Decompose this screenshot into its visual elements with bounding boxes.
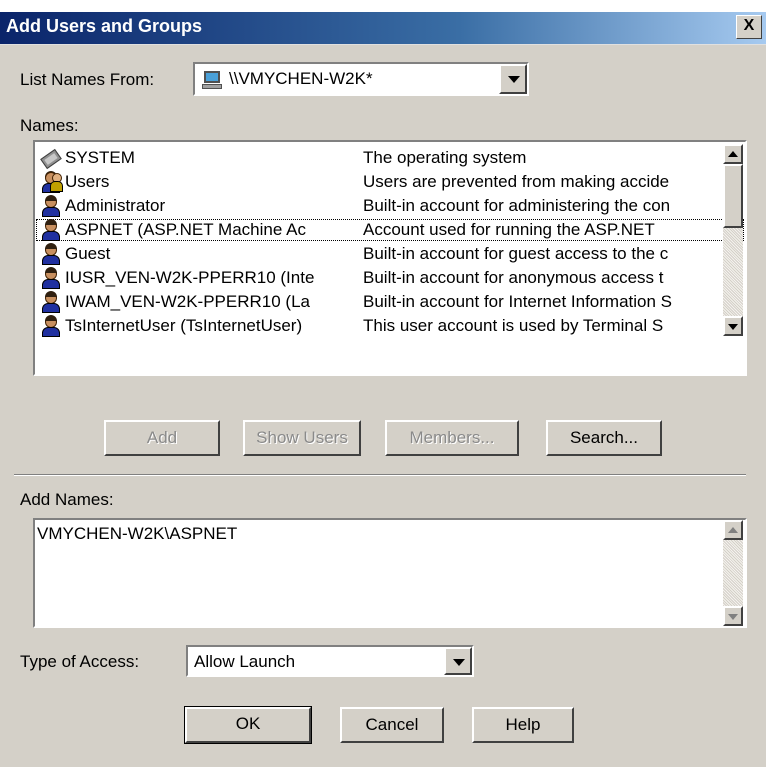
list-item-iwam[interactable]: IWAM_VEN-W2K-PPERR10 (La Built-in accoun… <box>35 290 745 314</box>
list-item-description: Users are prevented from making accide <box>363 172 670 191</box>
add-names-scrollbar[interactable] <box>723 520 743 626</box>
list-item-description: Built-in account for guest access to the… <box>363 244 669 263</box>
chevron-down-icon[interactable] <box>444 647 472 675</box>
list-item-name: SYSTEM <box>65 148 135 167</box>
cancel-button[interactable]: Cancel <box>340 707 444 743</box>
list-item-name: Users <box>65 172 110 191</box>
list-item-guest[interactable]: Guest Built-in account for guest access … <box>35 242 745 266</box>
window-title: Add Users and Groups <box>6 16 203 36</box>
list-item-system[interactable]: SYSTEM The operating system <box>35 146 745 170</box>
list-item-name: Guest <box>65 244 111 263</box>
scroll-thumb[interactable] <box>723 164 743 228</box>
list-item-users[interactable]: Users Users are prevented from making ac… <box>35 170 745 194</box>
title-bar: Add Users and Groups X <box>0 0 766 45</box>
user-icon <box>39 267 63 289</box>
list-item-name: Administrator <box>65 196 166 215</box>
add-names-label: Add Names: <box>20 490 114 509</box>
members-button[interactable]: Members... <box>385 420 519 456</box>
list-item-description: This user account is used by Terminal S <box>363 316 664 335</box>
names-list[interactable]: SYSTEM The operating system Users Users … <box>33 140 747 376</box>
list-item-tsinternetuser[interactable]: TsInternetUser (TsInternetUser) This use… <box>35 314 745 338</box>
list-item-administrator[interactable]: Administrator Built-in account for admin… <box>35 194 745 218</box>
system-icon <box>39 147 63 170</box>
user-icon <box>39 291 63 313</box>
list-item-description: Built-in account for administering the c… <box>363 196 671 215</box>
search-button[interactable]: Search... <box>546 420 662 456</box>
add-names-value: VMYCHEN-W2K\ASPNET <box>37 524 238 543</box>
list-item-name: TsInternetUser (TsInternetUser) <box>65 316 303 335</box>
list-names-from-select[interactable]: \\VMYCHEN-W2K* <box>193 62 529 96</box>
list-item-aspnet[interactable]: ASPNET (ASP.NET Machine Ac Account used … <box>35 218 745 242</box>
separator <box>14 474 746 476</box>
list-item-description: The operating system <box>363 148 527 167</box>
list-item-name: IUSR_VEN-W2K-PPERR10 (Inte <box>65 268 315 287</box>
group-icon <box>39 171 63 193</box>
list-names-from-value: \\VMYCHEN-W2K* <box>229 69 373 88</box>
close-icon: X <box>743 17 755 34</box>
list-item-name: ASPNET (ASP.NET Machine Ac <box>65 220 306 239</box>
type-of-access-label: Type of Access: <box>20 652 140 671</box>
show-users-button[interactable]: Show Users <box>243 420 361 456</box>
user-icon <box>39 219 63 241</box>
close-button[interactable]: X <box>736 15 762 39</box>
computer-icon <box>201 70 225 90</box>
user-icon <box>39 315 63 337</box>
chevron-down-icon[interactable] <box>499 64 527 94</box>
add-names-textarea[interactable]: VMYCHEN-W2K\ASPNET <box>33 518 747 628</box>
ok-button[interactable]: OK <box>184 706 312 744</box>
list-item-name: IWAM_VEN-W2K-PPERR10 (La <box>65 292 310 311</box>
type-of-access-select[interactable]: Allow Launch <box>186 645 474 677</box>
user-icon <box>39 243 63 265</box>
scroll-up-icon[interactable] <box>723 520 743 540</box>
list-item-description: Built-in account for Internet Informatio… <box>363 292 672 311</box>
list-names-from-label: List Names From: <box>20 70 155 89</box>
ok-button-label: OK <box>185 707 311 743</box>
scroll-down-icon[interactable] <box>723 606 743 626</box>
list-item-description: Account used for running the ASP.NET <box>363 220 655 239</box>
scroll-down-icon[interactable] <box>723 316 743 336</box>
names-label: Names: <box>20 116 79 135</box>
type-of-access-value: Allow Launch <box>194 652 296 671</box>
names-scrollbar[interactable] <box>723 144 743 336</box>
user-icon <box>39 195 63 217</box>
list-item-iusr[interactable]: IUSR_VEN-W2K-PPERR10 (Inte Built-in acco… <box>35 266 745 290</box>
add-button[interactable]: Add <box>104 420 220 456</box>
help-button[interactable]: Help <box>472 707 574 743</box>
scroll-up-icon[interactable] <box>723 144 743 164</box>
list-item-description: Built-in account for anonymous access t <box>363 268 664 287</box>
